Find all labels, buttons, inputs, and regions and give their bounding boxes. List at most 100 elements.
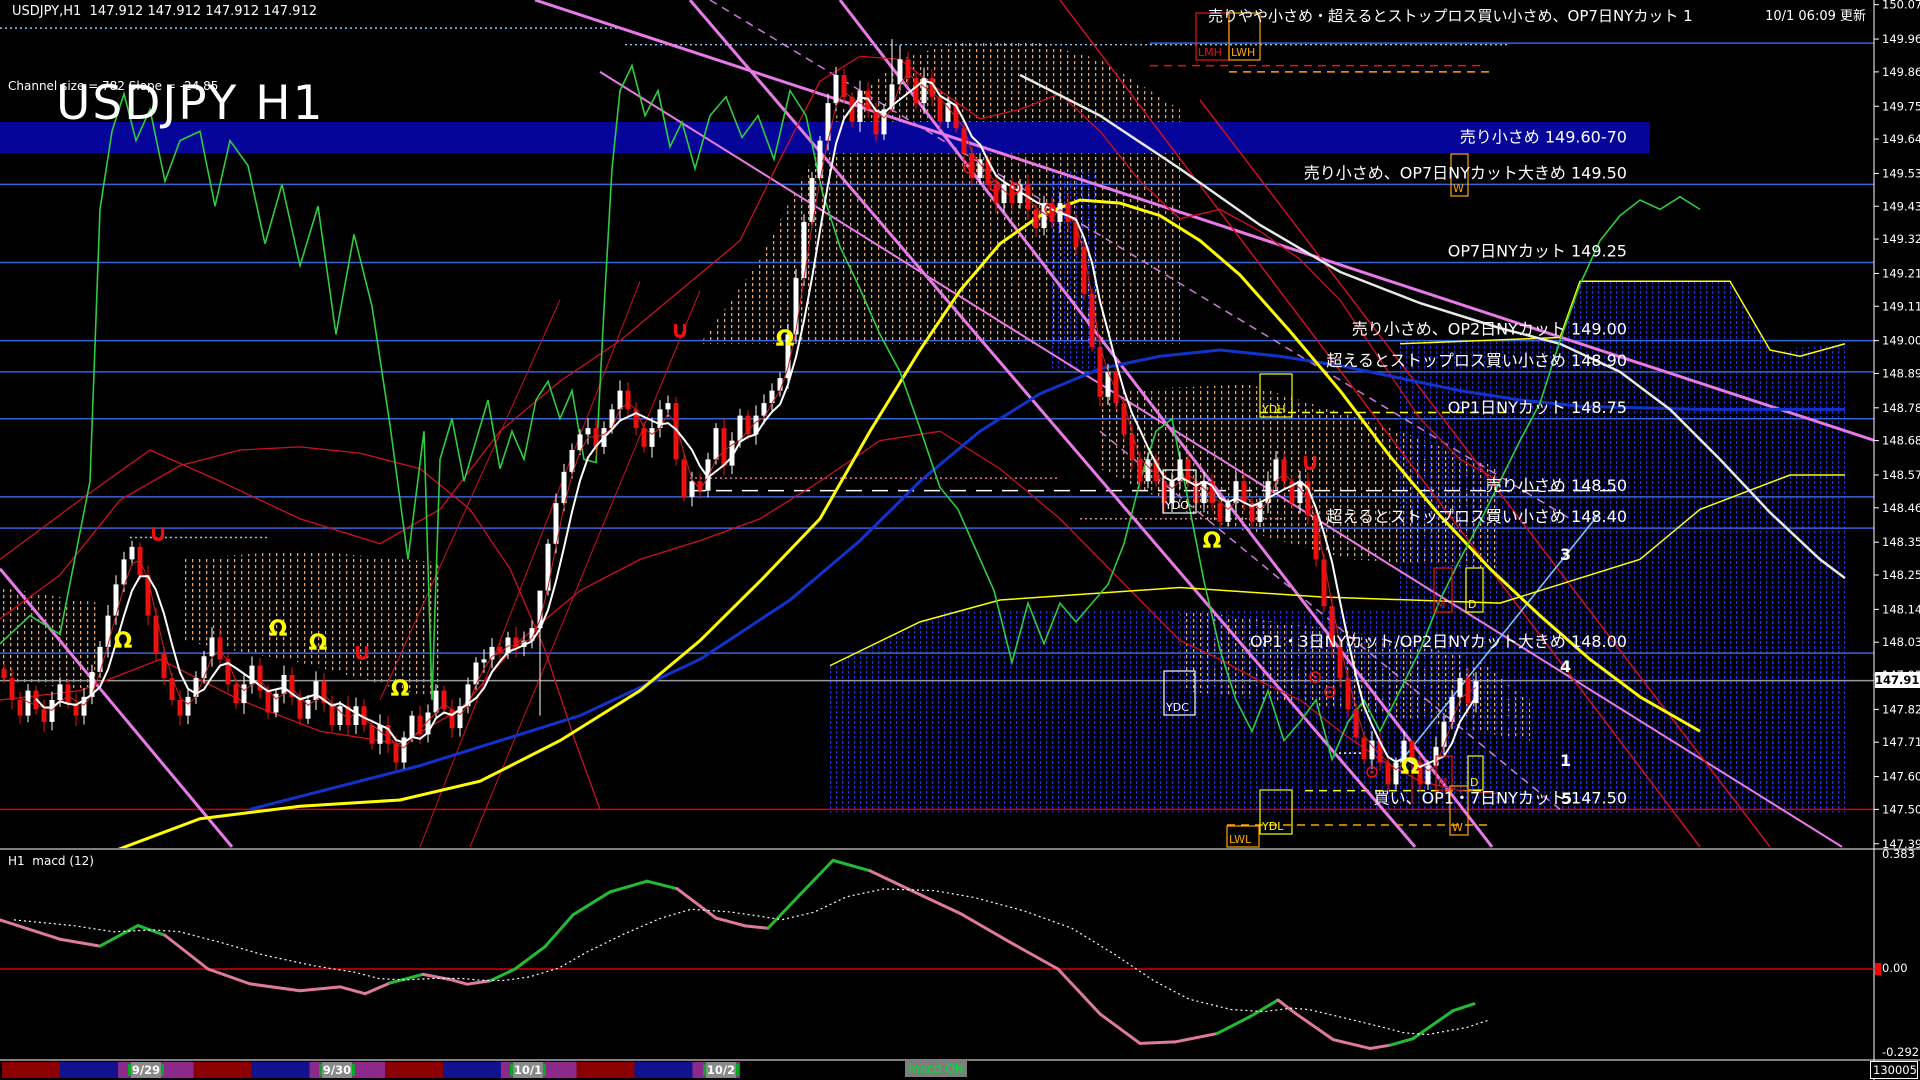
level-tag-label: D <box>1468 598 1476 611</box>
price-axis-label: 147.715 <box>1882 735 1920 749</box>
level-tag-label: LWL <box>1229 833 1252 846</box>
macd-toggle-button[interactable]: macd ON <box>905 1061 967 1077</box>
buy-signal-icon: Ω <box>1401 755 1420 780</box>
date-label: 10/1 <box>514 1063 542 1077</box>
entry-marker-icon <box>1314 676 1317 679</box>
price-axis-label: 147.605 <box>1882 770 1920 784</box>
date-chip-tick <box>736 1064 739 1076</box>
level-tag-label: W <box>1452 821 1463 834</box>
price-axis-label: 148.785 <box>1882 401 1920 415</box>
price-axis-label: 149.110 <box>1882 299 1920 313</box>
price-annotation: OP1・3日NYカット/OP2日NYカット大きめ 148.00 <box>1250 632 1627 651</box>
price-annotation: 売り小さめ、OP7日NYカット大きめ 149.50 <box>1304 163 1627 182</box>
price-annotation: OP1日NYカット 148.75 <box>1448 398 1627 417</box>
price-axis-label: 147.500 <box>1882 802 1920 816</box>
date-label: 10/2 <box>707 1063 735 1077</box>
price-axis-label: 149.215 <box>1882 266 1920 280</box>
level-tag-label: M <box>1436 598 1446 611</box>
date-label: 9/29 <box>132 1063 160 1077</box>
price-axis-label: 149.325 <box>1882 232 1920 246</box>
order-note-annotation: 売りやや小さめ・超えるとストップロス買い小さめ、OP7日NYカット 1 <box>1208 5 1693 26</box>
buy-signal-icon: Ω <box>776 327 795 352</box>
update-timestamp: 10/1 06:09 更新 <box>1765 5 1866 24</box>
macd-indicator-label: H1 macd (12) <box>8 854 94 868</box>
level-tag-label: D <box>1470 776 1478 789</box>
price-axis-label: 148.140 <box>1882 602 1920 616</box>
price-chart-canvas[interactable]: ∪∪∪∪ΩΩΩΩΩΩΩLMHLWHWYDHYDOMDYDCMDWYDLLWL34… <box>0 0 1920 1080</box>
session-segment <box>2 1062 60 1078</box>
wave-count-label: 1 <box>1560 751 1571 770</box>
price-axis-label: 148.680 <box>1882 434 1920 448</box>
price-axis-label: 149.430 <box>1882 199 1920 213</box>
price-annotation: 売り小さめ、OP2日NYカット 149.00 <box>1352 320 1627 339</box>
price-annotation: 超えるとストップロス買い小さめ 148.40 <box>1326 507 1627 526</box>
macd-axis-label: 0.383 <box>1882 847 1915 861</box>
price-axis-label: 148.895 <box>1882 366 1920 380</box>
buy-signal-icon: Ω <box>309 631 328 656</box>
level-tag-label: YDH <box>1261 403 1285 416</box>
price-annotation: OP7日NYカット 149.25 <box>1448 242 1627 261</box>
mt4-chart-window: ∪∪∪∪ΩΩΩΩΩΩΩLMHLWHWYDHYDOMDYDCMDWYDLLWL34… <box>0 0 1920 1080</box>
level-tag-label: YDO <box>1164 499 1189 512</box>
date-chip-tick <box>510 1064 513 1076</box>
band-annotation: 売り小さめ 149.60-70 <box>1460 128 1627 147</box>
session-segment <box>635 1062 693 1078</box>
session-segment <box>60 1062 118 1078</box>
price-axis-label: 148.250 <box>1882 568 1920 582</box>
session-segment <box>252 1062 310 1078</box>
date-chip-tick <box>352 1064 355 1076</box>
level-tag-label: YDC <box>1165 701 1189 714</box>
entry-marker-icon <box>968 167 971 170</box>
level-tag-label: LMH <box>1198 46 1222 59</box>
sell-signal-icon: ∪ <box>670 316 690 344</box>
bar-count-readout: 130005 <box>1870 1061 1918 1079</box>
price-annotation: 超えるとストップロス買い小さめ 148.90 <box>1326 351 1627 370</box>
entry-marker-icon <box>1371 771 1374 774</box>
ichimoku-cloud-orange <box>0 588 100 691</box>
buy-signal-icon: Ω <box>114 629 133 654</box>
price-axis-label: 149.750 <box>1882 99 1920 113</box>
level-tag-label: W <box>1453 182 1464 195</box>
price-axis-label: 149.000 <box>1882 334 1920 348</box>
session-segment <box>443 1062 501 1078</box>
symbol-ohlc-readout: USDJPY,H1 147.912 147.912 147.912 147.91… <box>12 4 317 19</box>
price-axis-label: 148.570 <box>1882 468 1920 482</box>
macd-axis-label: 0.00 <box>1882 961 1908 975</box>
session-segment <box>577 1062 635 1078</box>
date-chip-tick <box>543 1064 546 1076</box>
macd-line <box>1140 1042 1175 1043</box>
price-axis-label: 149.535 <box>1882 166 1920 180</box>
date-label: 9/30 <box>323 1063 351 1077</box>
date-chip-tick <box>128 1064 131 1076</box>
level-tag-label: LWH <box>1231 46 1255 59</box>
entry-marker-icon <box>1329 691 1332 694</box>
price-axis-label: 149.645 <box>1882 132 1920 146</box>
price-axis-label: 149.860 <box>1882 65 1920 79</box>
price-axis-label: 150.075 <box>1882 0 1920 12</box>
date-chip-tick <box>319 1064 322 1076</box>
macd-axis-label: -0.292 <box>1882 1045 1919 1059</box>
price-axis-label: 148.465 <box>1882 501 1920 515</box>
price-annotation: 買い、OP1・7日NYカット 147.50 <box>1374 788 1627 807</box>
sell-signal-icon: ∪ <box>148 519 168 547</box>
date-chip-tick <box>703 1064 706 1076</box>
entry-marker-icon <box>994 185 997 188</box>
price-axis-label: 149.965 <box>1882 32 1920 46</box>
buy-signal-icon: Ω <box>1203 529 1222 554</box>
price-axis-label: 147.820 <box>1882 702 1920 716</box>
level-tag-label: M <box>1438 776 1448 789</box>
entry-marker-icon <box>1014 187 1017 190</box>
date-chip-tick <box>161 1064 164 1076</box>
entry-marker-icon <box>1049 208 1052 211</box>
page-title: USDJPY H1 <box>56 76 325 131</box>
wave-count-label: 3 <box>1560 545 1571 564</box>
price-axis-label: 148.035 <box>1882 635 1920 649</box>
macd-zero-marker <box>1875 963 1881 975</box>
session-segment <box>385 1062 443 1078</box>
wave-count-label: 4 <box>1560 657 1571 676</box>
buy-signal-icon: Ω <box>391 677 410 702</box>
price-axis-label: 148.355 <box>1882 535 1920 549</box>
price-annotation: 売り小さめ 148.50 <box>1486 476 1627 495</box>
sell-signal-icon: ∪ <box>352 638 372 666</box>
level-tag-label: YDL <box>1261 820 1284 833</box>
